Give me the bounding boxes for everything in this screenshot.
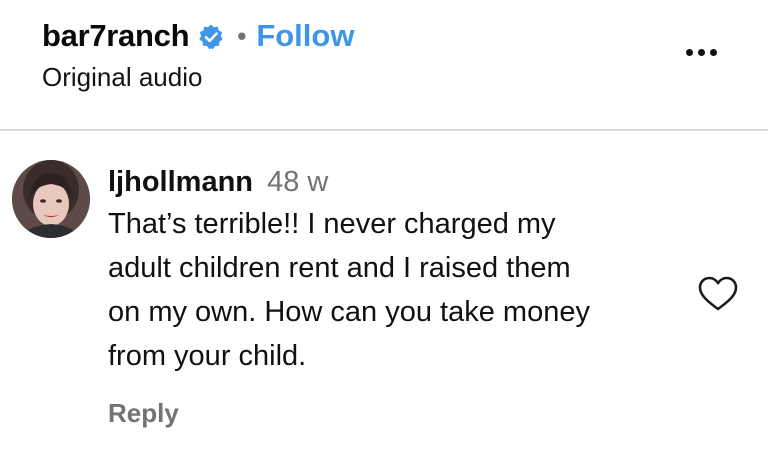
comment-text-line: from your child. (108, 340, 307, 372)
header-divider (0, 129, 768, 131)
audio-label[interactable]: Original audio (42, 62, 202, 93)
post-username[interactable]: bar7ranch (42, 18, 190, 54)
comment-text: That’s terrible!! I never charged my adu… (108, 202, 698, 378)
more-dot (710, 49, 717, 56)
reply-button[interactable]: Reply (108, 398, 179, 429)
comment-timestamp[interactable]: 48 w (267, 166, 328, 198)
verified-badge-icon (197, 23, 225, 51)
comment-text-line: on my own. How can you take money (108, 296, 590, 328)
comment-username[interactable]: ljhollmann (108, 166, 253, 198)
more-dot (686, 49, 693, 56)
post-header-row: bar7ranch • Follow (42, 14, 354, 58)
follow-button[interactable]: Follow (256, 18, 354, 54)
comment-header: ljhollmann 48 w (108, 162, 698, 202)
comment: ljhollmann 48 w That’s terrible!! I neve… (108, 162, 698, 378)
separator-dot: • (237, 20, 247, 51)
more-options-icon[interactable] (686, 49, 717, 56)
post-header: bar7ranch • Follow Original audio (0, 0, 768, 128)
avatar[interactable] (12, 160, 90, 238)
comment-text-line: adult children rent and I raised them (108, 252, 571, 284)
more-dot (698, 49, 705, 56)
comment-text-line: That’s terrible!! I never charged my (108, 208, 556, 240)
heart-icon[interactable] (697, 275, 739, 313)
